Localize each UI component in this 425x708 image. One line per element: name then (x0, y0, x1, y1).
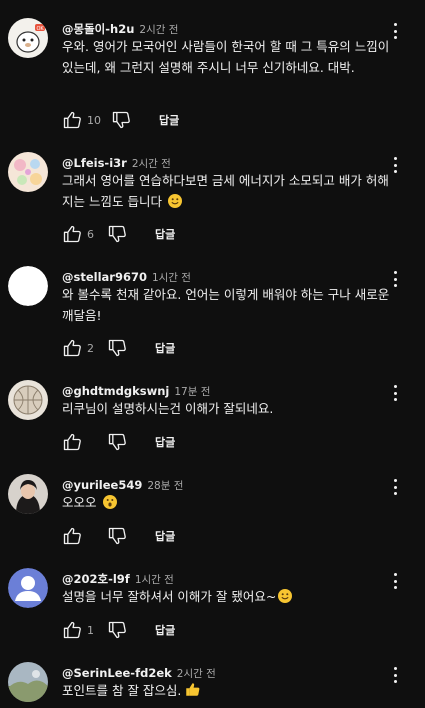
comment-time[interactable]: 2시간 전 (139, 24, 178, 36)
thumbs-up-icon[interactable] (62, 338, 82, 358)
landscape-photo-avatar-icon[interactable] (8, 662, 48, 702)
thumbs-up-icon[interactable] (62, 110, 82, 130)
thumbs-down-icon[interactable] (107, 526, 127, 546)
more-options-icon[interactable] (388, 664, 402, 686)
comment-text-content: 오오오 (62, 495, 97, 510)
author-name[interactable]: @몽돌이-h2u (62, 22, 134, 36)
reply-button[interactable]: 답글 (155, 226, 175, 242)
thumbs-down-icon[interactable] (111, 110, 131, 130)
svg-text:OK: OK (37, 26, 45, 32)
comment-text: 포인트를 참 잘 잡으심. (62, 680, 392, 701)
more-options-icon[interactable] (388, 20, 402, 42)
comment-header: @stellar9670 1시간 전 (62, 266, 191, 284)
comment-actions: 답글 (62, 526, 175, 546)
thumbs-up-icon[interactable] (62, 224, 82, 244)
comment-time[interactable]: 1시간 전 (152, 272, 191, 284)
astonished-face-emoji (102, 495, 117, 509)
reply-button[interactable]: 답글 (155, 622, 175, 638)
author-name[interactable]: @stellar9670 (62, 270, 147, 284)
comment-header: @202호-l9f 1시간 전 (62, 568, 174, 586)
comment-actions: 답글 (62, 432, 175, 452)
comment-text: 우와. 영어가 모국어인 사람들이 한국어 할 때 그 특유의 느낌이 있는데,… (62, 39, 390, 75)
comment-text: 리쿠님이 설명하시는건 이해가 잘되네요. (62, 401, 274, 416)
thumbs-down-icon[interactable] (107, 620, 127, 640)
more-options-icon[interactable] (388, 570, 402, 592)
comment-time[interactable]: 2시간 전 (177, 668, 216, 680)
comment-header: @yurilee549 28분 전 (62, 474, 183, 492)
like-count: 1 (87, 623, 94, 637)
comment-text: 와 볼수록 천재 같아요. 언어는 이렇게 배워야 하는 구나 새로운 깨달음! (62, 287, 390, 323)
comment-text-content: 그래서 영어를 연습하다보면 금세 에너지가 소모되고 배가 허해지는 느낌도 … (62, 173, 389, 209)
thumbs-down-icon[interactable] (107, 432, 127, 452)
comment-header: @SerinLee-fd2ek 2시간 전 (62, 662, 216, 680)
reply-button[interactable]: 답글 (155, 340, 175, 356)
author-name[interactable]: @Lfeis-i3r (62, 156, 127, 170)
more-options-icon[interactable] (388, 268, 402, 290)
white-circle-avatar-icon[interactable] (8, 266, 48, 306)
more-options-icon[interactable] (388, 154, 402, 176)
author-name[interactable]: @ghdtmdgkswnj (62, 384, 169, 398)
comment-time[interactable]: 1시간 전 (135, 574, 174, 586)
cartoon-character-avatar-icon[interactable]: OK (8, 18, 48, 58)
more-options-icon[interactable] (388, 382, 402, 404)
comment-text: 그래서 영어를 연습하다보면 금세 에너지가 소모되고 배가 허해지는 느낌도 … (62, 170, 392, 212)
thumbs-up-icon[interactable] (62, 526, 82, 546)
comment-text: 오오오 (62, 492, 392, 513)
basketball-sketch-avatar-icon[interactable] (8, 380, 48, 420)
reply-button[interactable]: 답글 (155, 434, 175, 450)
comment-text-content: 포인트를 참 잘 잡으심. (62, 683, 182, 698)
author-name[interactable]: @SerinLee-fd2ek (62, 666, 172, 680)
comment-actions: 1 답글 (62, 620, 175, 640)
thumbs-down-icon[interactable] (107, 224, 127, 244)
comment-header: @몽돌이-h2u 2시간 전 (62, 18, 178, 36)
default-person-avatar-icon[interactable] (8, 568, 48, 608)
reply-button[interactable]: 답글 (159, 112, 179, 128)
pastel-pattern-avatar-icon[interactable] (8, 152, 48, 192)
comment-text-content: 설명을 너무 잘하셔서 이해가 잘 됐어요~ (62, 589, 277, 604)
comment-actions: 10 답글 (62, 110, 179, 130)
thumbs-up-icon[interactable] (62, 432, 82, 452)
author-name[interactable]: @202호-l9f (62, 572, 130, 586)
reply-button[interactable]: 답글 (155, 528, 175, 544)
comment-time[interactable]: 2시간 전 (132, 158, 171, 170)
like-count: 6 (87, 227, 94, 241)
comment-header: @ghdtmdgkswnj 17분 전 (62, 380, 210, 398)
comment-text: 설명을 너무 잘하셔서 이해가 잘 됐어요~ (62, 586, 392, 607)
comment-actions: 6 답글 (62, 224, 175, 244)
person-portrait-avatar-icon[interactable] (8, 474, 48, 514)
like-count: 2 (87, 341, 94, 355)
smiling-face-emoji (167, 194, 182, 208)
smiling-face-emoji (278, 589, 293, 603)
thumbs-up-emoji (185, 682, 200, 697)
thumbs-down-icon[interactable] (107, 338, 127, 358)
comment-time[interactable]: 28분 전 (147, 480, 183, 492)
comment-time[interactable]: 17분 전 (174, 386, 210, 398)
like-count: 10 (87, 113, 101, 127)
thumbs-up-icon[interactable] (62, 620, 82, 640)
more-options-icon[interactable] (388, 476, 402, 498)
comment-header: @Lfeis-i3r 2시간 전 (62, 152, 171, 170)
comment-actions: 2 답글 (62, 338, 175, 358)
author-name[interactable]: @yurilee549 (62, 478, 142, 492)
comment-list: OK @몽돌이-h2u 2시간 전 우와. 영어가 모국어인 사람들이 한국어 할… (0, 0, 425, 708)
